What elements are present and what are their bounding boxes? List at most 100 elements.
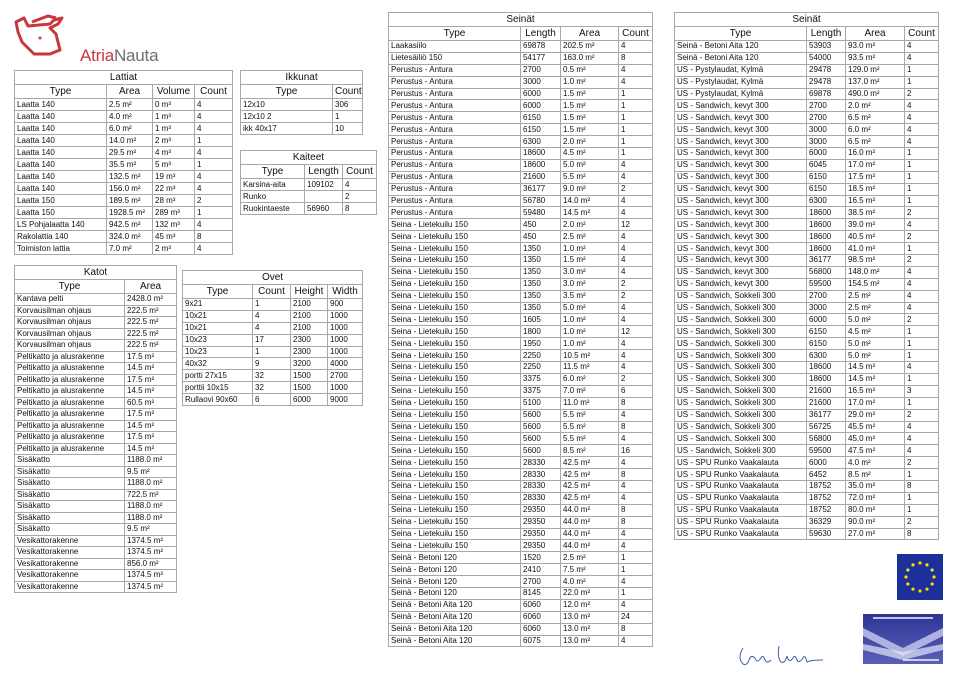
table-header-row: Type Area [14,279,178,294]
column-header: Area [123,279,178,294]
ovet-table: Ovet Type Count Height Width 9x21 1 2100 900 10x2… [182,270,363,407]
table-cell: 1 [617,551,654,565]
table-row: Sisäkatto 1188.0 m² [14,500,178,513]
table-cell: Perustus - Antura [388,87,521,101]
table-row: Perustus - Antura 18600 4.5 m² 1 [388,147,654,160]
table-cell: 40.5 m² [845,230,905,244]
table-cell: 856.0 m² [123,557,178,570]
table-row: Seina - Lietekuilu 150 1950 1.0 m² 4 [388,337,654,351]
table-cell: 54000 [806,51,846,65]
table-cell: 29350 [520,539,561,553]
table-cell: 1000 [327,333,363,347]
table-cell: 1950 [520,337,561,351]
table-cell: 722.5 m² [123,488,178,501]
table-row: Sisäkatto 1188.0 m² [14,511,178,524]
table-cell: Seina - Lietekuilu 150 [388,313,521,327]
table-row: Seinä - Betoni Aita 120 6060 13.0 m² 24 [388,610,654,624]
table-cell: 8 [617,468,654,481]
table-cell: 1 [903,396,940,410]
table-cell: 4 [194,98,233,111]
table-cell: 3000 [806,135,846,149]
table-row: Laatta 150 189.5 m² 28 m³ 2 [14,194,233,207]
table-cell: 2700 [806,99,846,113]
table-row: Vesikattorakenne 1374.5 m² [14,569,178,582]
table-cell: 2 [342,190,377,203]
table-cell: 1 [252,298,291,311]
table-row: US - Sandwich, Sokkeli 300 18600 14.5 m² 4 [674,361,940,374]
table-row: US - Sandwich, Sokkeli 300 18600 14.5 m² 1 [674,372,940,386]
table-cell: 9 [252,357,291,371]
table-cell: 5 m³ [152,158,195,171]
table-cell: 2300 [290,333,328,347]
table-row: Seina - Lietekuilu 150 29350 44.0 m² 4 [388,527,654,541]
table-cell: 1 [903,325,940,339]
table-cell: 5.0 m² [560,158,619,172]
table-row: LS Pohjalaatta 140 942.5 m² 132 m³ 4 [14,218,233,231]
table-cell: US - Pystylaudat, Kylmä [674,87,807,101]
table-cell: 4 [617,527,654,541]
table-cell: 4 [617,598,654,612]
table-row: Peltikatto ja alusrakenne 17.5 m² [14,350,178,363]
table-cell: 4 [617,265,654,279]
table-cell: 17.5 m² [123,350,178,363]
table-cell: 4 [903,289,940,303]
table-row: Perustus - Antura 3000 1.0 m² 4 [388,75,654,89]
eu-star-icon [918,561,922,565]
table-cell: Seina - Lietekuilu 150 [388,230,521,244]
table-cell: 450 [520,218,561,232]
table-cell: 1.5 m² [560,87,619,101]
table-row: Seina - Lietekuilu 150 1350 3.0 m² 2 [388,277,654,291]
table-cell: 1.5 m² [560,254,619,267]
table-header-row: Type Length Count [240,164,377,179]
table-cell: Peltikatto ja alusrakenne [14,431,125,444]
table-cell: 3.0 m² [560,277,619,291]
table-row: US - Sandwich, kevyt 300 18600 39.0 m² 4 [674,218,940,232]
table-cell: 1 [617,563,654,577]
table-cell: 6.5 m² [845,135,905,149]
table-cell: 9.0 m² [560,182,619,196]
table-cell: 42.5 m² [560,479,619,493]
table-cell: 44.0 m² [560,527,619,541]
table-cell: Sisäkatto [14,477,125,490]
table-cell: 4 [903,111,940,125]
table-cell: 1374.5 m² [123,546,178,559]
table-cell: Laatta 140 [14,158,107,171]
table-row: US - Sandwich, Sokkeli 300 21600 16.5 m² 3 [674,384,940,398]
table-cell: 8 [617,622,654,636]
table-cell: 1 [617,147,654,160]
table-cell: 4 [194,122,233,135]
table-cell: 4 [194,182,233,195]
table-cell: 13.0 m² [560,634,619,648]
table-row: ikk 40x17 10 [240,122,363,135]
table-cell: 5600 [520,408,561,422]
table-row: US - Sandwich, kevyt 300 6150 18.5 m² 1 [674,182,940,196]
table-cell: US - Pystylaudat, Kylmä [674,75,807,89]
table-cell: 28330 [520,456,561,470]
table-cell: 2 [903,456,940,470]
table-cell: 18600 [520,158,561,172]
table-cell: 10x21 [182,309,253,323]
table-cell: 42.5 m² [560,468,619,481]
table-cell: 6300 [806,349,846,363]
table-row: porttii 10x15 32 1500 1000 [182,381,363,395]
table-cell: Seina - Lietekuilu 150 [388,468,521,481]
table-cell: 1 m³ [152,122,195,135]
table-row: US - Sandwich, Sokkeli 300 56800 45.0 m² 4 [674,432,940,446]
table-cell: Seina - Lietekuilu 150 [388,361,521,374]
table-title: Seinät [673,12,940,27]
table-cell: 1188.0 m² [123,500,178,513]
table-cell: 154.5 m² [845,277,905,291]
table-cell: 2.0 m² [560,135,619,149]
table-row: Seinä - Betoni Aita 120 53903 93.0 m² 4 [674,40,940,53]
table-title-row: Katot [13,265,178,280]
table-row: Seina - Lietekuilu 150 28330 42.5 m² 4 [388,491,654,505]
table-row: US - Sandwich, Sokkeli 300 59500 47.5 m² 4 [674,444,940,458]
table-cell: 2 m³ [152,242,195,255]
table-cell: 8.5 m² [845,468,905,481]
table-cell: 6000 [806,456,846,470]
table-cell: Laatta 150 [14,194,107,207]
table-cell: 1.0 m² [560,313,619,327]
table-cell: Seinä - Betoni Aita 120 [388,634,521,648]
handwritten-signature [735,640,825,670]
table-cell: 4 [617,194,654,208]
